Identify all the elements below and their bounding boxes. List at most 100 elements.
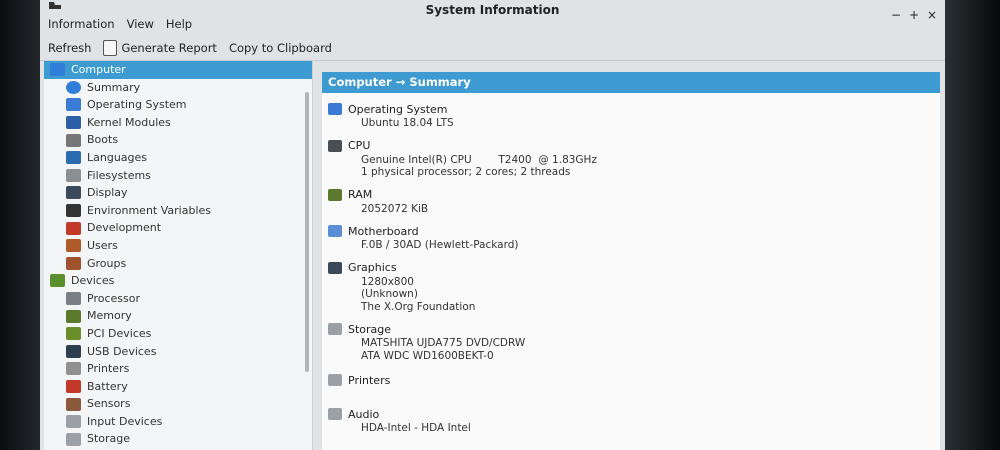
tree-label: USB Devices xyxy=(87,344,157,358)
sidebar-item-summary[interactable]: Summary xyxy=(44,79,312,97)
audio-icon xyxy=(328,408,342,420)
tree-label: Memory xyxy=(87,309,132,323)
sidebar-item-printers[interactable]: Printers xyxy=(44,360,312,378)
section-title-text: Graphics xyxy=(348,261,397,274)
tree-label: Development xyxy=(87,221,162,235)
sidebar-item-boots[interactable]: Boots xyxy=(44,131,312,149)
section-operating-system: Operating System Ubuntu 18.04 LTS xyxy=(328,101,940,130)
printer-icon xyxy=(328,374,342,386)
generate-report-button[interactable]: Generate Report xyxy=(103,40,217,56)
tree-label: Filesystems xyxy=(87,168,151,182)
section-value: Ubuntu 18.04 LTS xyxy=(361,117,454,129)
section-value: ATA WDC WD1600BEKT-0 xyxy=(361,349,494,362)
section-title-text: CPU xyxy=(348,139,371,152)
sidebar-item-operating-system[interactable]: Operating System xyxy=(44,96,312,114)
kernel-icon xyxy=(66,116,81,130)
sidebar-item-development[interactable]: Development xyxy=(44,219,312,237)
os-gear-icon xyxy=(328,103,342,115)
monitor-bezel-left xyxy=(0,0,40,450)
tree-label: Users xyxy=(87,238,118,252)
menu-information[interactable]: Information xyxy=(48,17,115,31)
section-value: Genuine Intel(R) CPU T2400 @ 1.83GHz xyxy=(361,153,597,166)
section-title-text: Motherboard xyxy=(348,224,419,238)
tree-label: Battery xyxy=(87,379,128,393)
content-header: Computer → Summary xyxy=(322,72,940,93)
section-printers: Printers xyxy=(328,372,940,388)
sidebar-item-processor[interactable]: Processor xyxy=(44,290,312,308)
sidebar-item-memory[interactable]: Memory xyxy=(44,307,312,325)
section-graphics: Graphics 1280x800 (Unknown) The X.Org Found… xyxy=(328,260,940,314)
sidebar-item-kernel-modules[interactable]: Kernel Modules xyxy=(44,114,312,132)
refresh-label: Refresh xyxy=(48,41,92,55)
minimize-button[interactable]: − xyxy=(891,8,901,22)
tree-label: Summary xyxy=(87,80,141,94)
sidebar-item-pci-devices[interactable]: PCI Devices xyxy=(44,325,312,343)
menu-bar: Information View Help xyxy=(48,17,192,31)
section-motherboard: Motherboard F.0B / 30AD (Hewlett-Packard) xyxy=(328,223,940,252)
tree-label: Languages xyxy=(87,150,148,164)
terminal-icon xyxy=(66,204,81,218)
filesystem-icon xyxy=(66,168,81,182)
sidebar-item-environment-variables[interactable]: Environment Variables xyxy=(44,202,312,220)
sensor-icon xyxy=(66,397,81,411)
flag-icon xyxy=(66,151,81,165)
sidebar-item-battery[interactable]: Battery xyxy=(44,378,312,396)
tree-label: Groups xyxy=(87,256,127,270)
menu-help[interactable]: Help xyxy=(166,17,192,31)
section-values: F.0B / 30AD (Hewlett-Packard) xyxy=(328,239,940,252)
section-title: Storage xyxy=(328,321,940,337)
section-values: MATSHITA UJDA775 DVD/CDRW ATA WDC WD1600B… xyxy=(328,337,940,362)
section-value: (Unknown) xyxy=(361,288,418,300)
section-title: CPU xyxy=(328,138,940,154)
sidebar-item-usb-devices[interactable]: USB Devices xyxy=(44,343,312,361)
graphics-icon xyxy=(328,261,342,274)
groups-icon xyxy=(66,256,81,270)
section-title: Printers xyxy=(328,372,940,388)
pci-icon xyxy=(66,327,81,341)
menu-view[interactable]: View xyxy=(127,17,154,31)
section-value: The X.Org Foundation xyxy=(361,300,476,313)
copy-clipboard-label: Copy to Clipboard xyxy=(228,41,332,55)
section-title-text: RAM xyxy=(348,188,373,201)
title-bar: Information View Help System Information… xyxy=(40,0,945,36)
section-values: Genuine Intel(R) CPU T2400 @ 1.83GHz 1 ph… xyxy=(328,154,940,179)
boots-icon xyxy=(66,133,81,147)
refresh-button[interactable]: Refresh xyxy=(48,41,91,55)
development-icon xyxy=(66,221,81,235)
pane-splitter[interactable] xyxy=(305,92,309,372)
cpu-icon xyxy=(328,139,342,152)
storage-icon xyxy=(328,323,342,335)
section-ram: RAM 2052072 KiB xyxy=(328,187,940,216)
maximize-button[interactable]: + xyxy=(909,8,919,22)
tree-label: Display xyxy=(87,186,128,200)
copy-clipboard-button[interactable]: Copy to Clipboard xyxy=(229,41,332,55)
tree-label: Processor xyxy=(87,291,140,305)
sidebar-item-sensors[interactable]: Sensors xyxy=(44,395,312,413)
section-value: F.0B / 30AD (Hewlett-Packard) xyxy=(361,239,519,251)
monitor-icon xyxy=(66,186,81,200)
tree-label: Kernel Modules xyxy=(87,115,171,129)
tree-label: Environment Variables xyxy=(87,203,212,217)
sidebar-item-users[interactable]: Users xyxy=(44,237,312,255)
section-title: Graphics xyxy=(328,260,940,276)
sidebar-item-groups[interactable]: Groups xyxy=(44,255,312,273)
sidebar-item-input-devices[interactable]: Input Devices xyxy=(44,413,312,431)
tree-label: Sensors xyxy=(87,397,131,411)
section-value: 1280x800 xyxy=(361,275,414,288)
motherboard-icon xyxy=(328,225,342,237)
sidebar-group-devices[interactable]: Devices xyxy=(44,272,312,290)
sidebar-group-computer[interactable]: Computer xyxy=(44,61,312,79)
sidebar-item-display[interactable]: Display xyxy=(44,184,312,202)
app-window: Information View Help System Information… xyxy=(40,0,945,450)
sidebar-item-filesystems[interactable]: Filesystems xyxy=(44,167,312,185)
sidebar-tree: Computer Summary Operating System Kernel Mo… xyxy=(44,61,313,450)
section-value: MATSHITA UJDA775 DVD/CDRW xyxy=(361,337,526,349)
section-title-text: Printers xyxy=(348,373,391,387)
tree-label: PCI Devices xyxy=(87,326,152,340)
sidebar-item-languages[interactable]: Languages xyxy=(44,149,312,167)
close-button[interactable]: × xyxy=(927,8,937,22)
section-value: HDA-Intel - HDA Intel xyxy=(361,422,471,434)
section-values: 2052072 KiB xyxy=(328,203,940,216)
window-menu-icon[interactable] xyxy=(48,1,62,10)
sidebar-item-storage[interactable]: Storage xyxy=(44,430,312,448)
